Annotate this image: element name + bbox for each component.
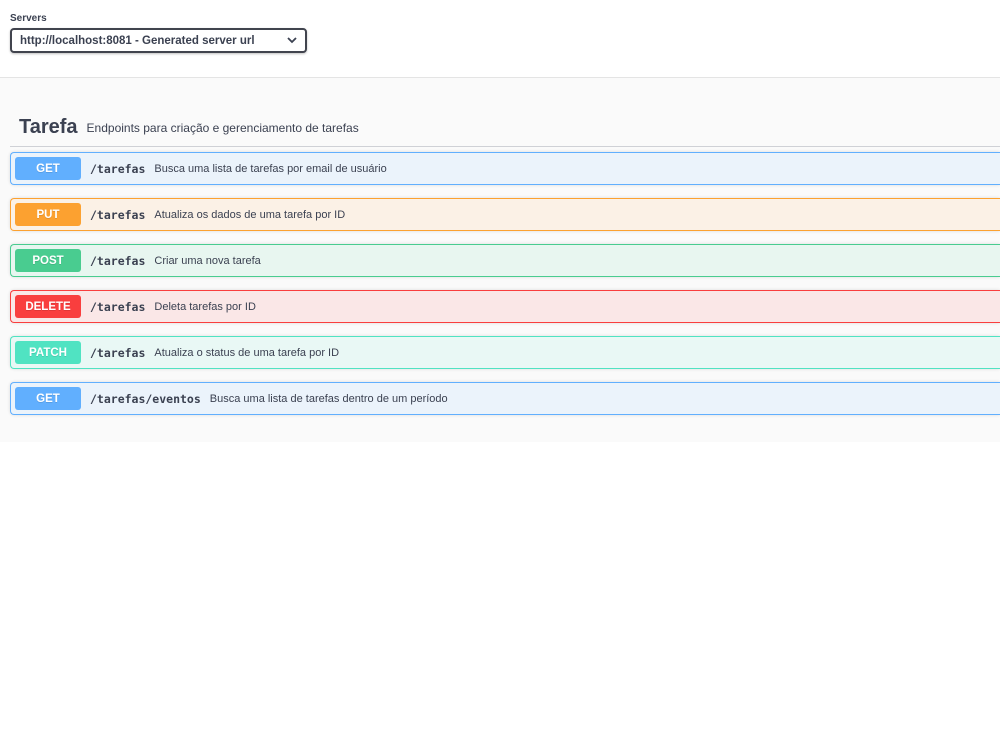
operation-delete-tarefas[interactable]: DELETE /tarefas Deleta tarefas por ID — [10, 290, 1000, 323]
method-badge: PATCH — [15, 341, 81, 364]
server-select-value: http://localhost:8081 - Generated server… — [20, 34, 255, 47]
operation-path: /tarefas/eventos — [90, 391, 201, 406]
operation-path: /tarefas — [90, 161, 146, 176]
method-badge: GET — [15, 157, 81, 180]
operation-path: /tarefas — [90, 253, 146, 268]
operation-path: /tarefas — [90, 345, 146, 360]
tag-description: Endpoints para criação e gerenciamento d… — [86, 121, 359, 135]
operation-summary: Busca uma lista de tarefas por email de … — [154, 162, 387, 175]
method-badge: PUT — [15, 203, 81, 226]
operation-get-tarefas-eventos[interactable]: GET /tarefas/eventos Busca uma lista de … — [10, 382, 1000, 415]
operation-put-tarefas[interactable]: PUT /tarefas Atualiza os dados de uma ta… — [10, 198, 1000, 231]
operation-summary: Criar uma nova tarefa — [154, 254, 261, 267]
servers-block: Servers http://localhost:8081 - Generate… — [10, 13, 307, 53]
operation-patch-tarefas[interactable]: PATCH /tarefas Atualiza o status de uma … — [10, 336, 1000, 369]
servers-label: Servers — [10, 13, 47, 24]
operation-get-tarefas[interactable]: GET /tarefas Busca uma lista de tarefas … — [10, 152, 1000, 185]
method-badge: DELETE — [15, 295, 81, 318]
method-badge: POST — [15, 249, 81, 272]
operation-path: /tarefas — [90, 207, 146, 222]
server-select[interactable]: http://localhost:8081 - Generated server… — [10, 28, 307, 53]
operation-summary: Atualiza os dados de uma tarefa por ID — [154, 208, 346, 221]
operation-path: /tarefas — [90, 299, 146, 314]
operation-summary: Busca uma lista de tarefas dentro de um … — [209, 392, 448, 405]
tag-header[interactable]: Tarefa Endpoints para criação e gerencia… — [10, 108, 1000, 147]
operation-post-tarefas[interactable]: POST /tarefas Criar uma nova tarefa — [10, 244, 1000, 277]
operation-summary: Atualiza o status de uma tarefa por ID — [154, 346, 340, 359]
operation-summary: Deleta tarefas por ID — [154, 300, 256, 313]
tag-section: Tarefa Endpoints para criação e gerencia… — [0, 78, 1000, 442]
chevron-down-icon — [287, 36, 297, 46]
method-badge: GET — [15, 387, 81, 410]
tag-name: Tarefa — [19, 115, 78, 138]
